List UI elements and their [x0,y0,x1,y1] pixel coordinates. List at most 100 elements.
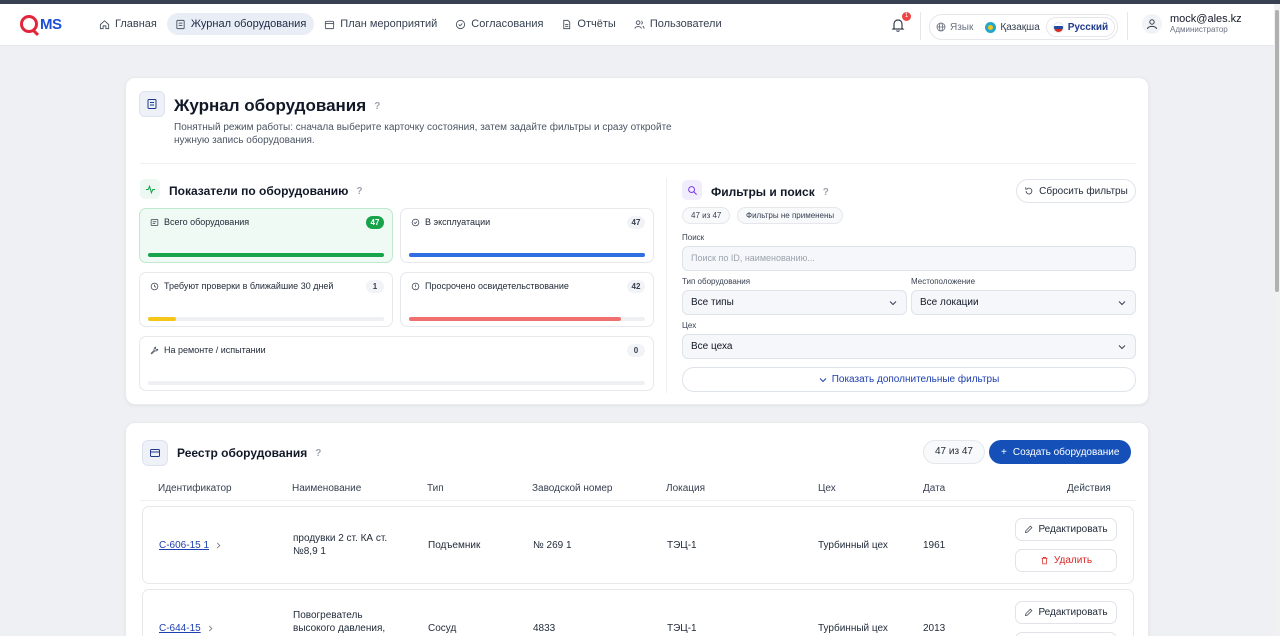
create-equipment-button[interactable]: + Создать оборудование [989,440,1132,464]
type-select-value: Все типы [691,297,734,308]
plus-icon: + [1001,446,1007,458]
edit-button[interactable]: Редактировать [1015,601,1117,624]
card-icon [150,449,160,457]
user-menu[interactable]: mock@ales.kz Администратор [1142,13,1242,34]
create-equipment-label: Создать оборудование [1012,446,1120,458]
stat-label-text: Требуют проверки в ближайшие 30 дней [164,281,334,291]
pencil-icon [1025,525,1033,533]
nav-item-home[interactable]: Главная [91,13,165,35]
more-filters-button[interactable]: Показать дополнительные фильтры [682,367,1136,392]
column-header-location[interactable]: Локация [666,483,705,494]
header-divider [1127,12,1128,40]
page-scrollbar[interactable] [1274,4,1280,636]
column-header-date[interactable]: Дата [923,483,945,494]
column-divider [666,178,667,393]
user-role: Администратор [1170,25,1228,34]
scrollbar-thumb[interactable] [1275,10,1279,292]
equipment-location: ТЭЦ-1 [667,540,697,551]
main-nav: Главная Журнал оборудования План меропри… [91,13,730,35]
delete-button[interactable]: Удалить [1015,549,1117,572]
calendar-icon [325,20,335,29]
stat-card-total[interactable]: Всего оборудования 47 [139,208,393,263]
equipment-shop: Турбинный цех [818,623,888,634]
filters-section-title-text: Фильтры и поиск [711,185,815,199]
equipment-id: С-606-15 1 [159,540,210,551]
equipment-serial: № 269 1 [533,540,572,551]
nav-item-approvals[interactable]: Согласования [447,13,551,35]
help-icon[interactable]: ? [315,448,321,459]
column-header-shop[interactable]: Цех [818,483,836,494]
header-divider [920,12,921,40]
equipment-name: продувки 2 ст. КА ст. №8,9 1 [293,533,388,557]
equipment-type: Подъемник [428,540,481,551]
column-header-id[interactable]: Идентификатор [158,483,232,494]
stat-count: 47 [627,216,645,229]
journal-overview-card: Журнал оборудования ? Понятный режим раб… [125,77,1149,405]
registry-title: Реестр оборудования ? [177,446,321,460]
table-row[interactable]: С-606-15 1 продувки 2 ст. КА ст. №8,9 1 … [142,506,1134,584]
user-info: mock@ales.kz Администратор [1170,13,1242,34]
stat-label-text: На ремонте / испытании [164,345,266,355]
stats-section-title-text: Показатели по оборудованию [169,184,349,198]
stat-card-repair[interactable]: На ремонте / испытании 0 [139,336,654,391]
table-row[interactable]: С-644-15 Повогреватель высокого давления… [142,589,1134,636]
stat-progress-track [409,253,645,257]
journal-icon [176,19,185,29]
table-header-divider [140,500,1136,501]
shop-select[interactable]: Все цеха [682,334,1136,359]
equipment-shop: Турбинный цех [818,540,888,551]
reset-filters-button[interactable]: Сбросить фильтры [1016,179,1136,203]
location-select[interactable]: Все локации [911,290,1136,315]
page-description: Понятный режим работы: сначала выберите … [174,122,672,146]
stat-progress-track [148,253,384,257]
language-option-ru[interactable]: Русский [1045,17,1116,37]
column-header-serial[interactable]: Заводской номер [532,483,612,494]
check-circle-icon [456,19,466,29]
app-logo[interactable]: MS [20,15,62,33]
user-email: mock@ales.kz [1170,13,1242,25]
column-header-type[interactable]: Тип [427,483,444,494]
nav-item-label: Отчёты [577,18,616,30]
top-header: MS Главная Журнал оборудования План меро… [0,4,1274,46]
nav-item-reports[interactable]: Отчёты [553,13,623,35]
help-icon[interactable]: ? [356,186,362,197]
language-option-label: Қазақша [1000,21,1040,33]
chevron-right-icon [208,625,213,632]
check-circle-icon [411,218,420,226]
equipment-id-link[interactable]: С-644-15 [159,622,214,635]
stat-card-overdue[interactable]: Просрочено освидетельствование 42 [400,272,654,327]
stat-card-in-operation[interactable]: В эксплуатации 47 [400,208,654,263]
stat-label: В эксплуатации [411,217,490,227]
stat-card-check-soon[interactable]: Требуют проверки в ближайшие 30 дней 1 [139,272,393,327]
nav-item-users[interactable]: Пользователи [626,13,730,35]
edit-button[interactable]: Редактировать [1015,518,1117,541]
stats-section-icon [140,179,160,199]
delete-button[interactable]: Удалить [1015,632,1117,636]
equipment-date: 2013 [923,623,946,634]
type-select[interactable]: Все типы [682,290,907,315]
nav-item-action-plan[interactable]: План мероприятий [316,13,445,35]
stat-count: 47 [366,216,384,229]
page-title: Журнал оборудования ? [174,96,380,116]
search-input[interactable]: Поиск по ID, наименованию... [682,246,1136,271]
help-icon[interactable]: ? [374,101,380,112]
stat-count: 0 [627,344,645,357]
stat-progress-track [409,317,645,321]
column-header-name[interactable]: Наименование [292,483,361,494]
filters-section-title: Фильтры и поиск ? [711,185,829,199]
chevron-down-icon [889,301,897,306]
edit-label: Редактировать [1038,607,1108,618]
document-icon [563,19,571,29]
russia-flag-icon [1052,21,1064,33]
location-label: Местоположение [911,277,976,286]
help-icon[interactable]: ? [823,187,829,198]
language-option-kk[interactable]: Қазақша [979,17,1045,37]
journal-icon [147,99,157,109]
trash-icon [1041,556,1048,565]
nav-item-equipment-log[interactable]: Журнал оборудования [166,13,315,35]
search-icon [687,185,697,195]
equipment-id-link[interactable]: С-606-15 1 [159,539,222,552]
search-label: Поиск [682,233,705,242]
logo-text: MS [40,15,62,33]
nav-item-label: Главная [115,18,157,30]
